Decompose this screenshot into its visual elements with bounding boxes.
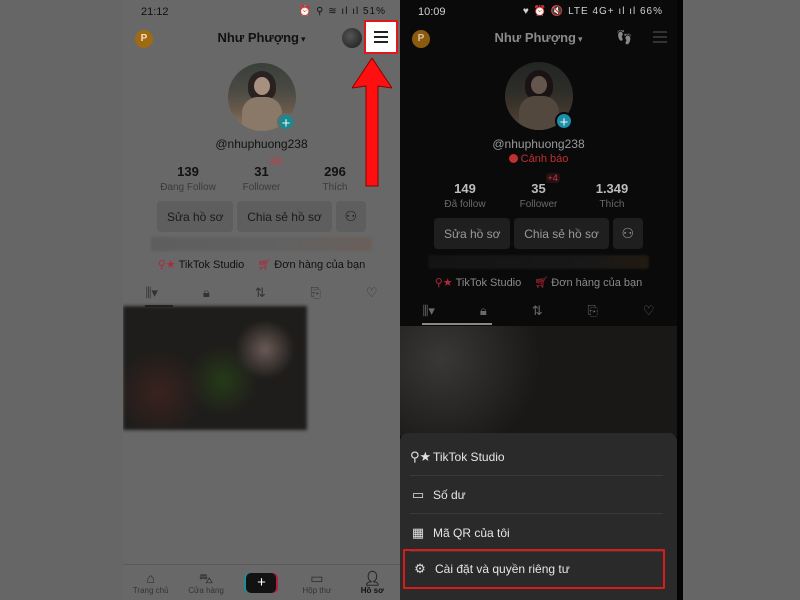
tab-favorites-icon[interactable]: ⎘ <box>311 285 321 301</box>
profile-title[interactable]: Như Phượng ▾ <box>400 30 677 45</box>
nav-inbox[interactable]: ▭ Hộp thư <box>292 570 342 595</box>
tab-reposts-icon[interactable]: ⇅ <box>255 285 266 301</box>
nav-shop[interactable]: ⛍ Cửa hàng <box>181 570 231 595</box>
nav-home[interactable]: ⌂ Trang chủ <box>126 570 176 595</box>
tab-reposts-icon[interactable]: ⇅ <box>532 303 543 319</box>
bottom-navigation: ⌂ Trang chủ ⛍ Cửa hàng + ▭ Hộp thư 👤︎ Hồ sơ <box>123 564 400 600</box>
battery-level: 51% <box>362 6 386 17</box>
wallet-icon: ▭ <box>411 486 425 502</box>
add-friend-icon[interactable]: ⚇ <box>335 201 366 232</box>
gear-icon: ⚙ <box>414 561 426 576</box>
profile-actions: Sửa hồ sơ Chia sẻ hồ sơ ⚇ <box>157 201 366 232</box>
content-tabs: ⫼▾ 🔒︎ ⇅ ⎘ ♡ <box>123 280 400 306</box>
chevron-down-icon: ▾ <box>300 34 306 44</box>
orders-link[interactable]: 🛒︎ Đơn hàng của bạn <box>257 259 365 271</box>
add-friend-icon[interactable]: ⚇ <box>612 218 643 249</box>
status-bar: 10:09 ♥ ⏰ 🔇 LTE 4G+ ıl ıl 66% <box>400 0 677 24</box>
username: @nhuphuong238 <box>492 137 585 151</box>
profile-stats: 149 Đã follow 35 Follower +4 1.349 Thích <box>430 173 647 210</box>
profile-actions: Sửa hồ sơ Chia sẻ hồ sơ ⚇ <box>434 218 643 249</box>
battery-level: 66% <box>639 6 663 17</box>
status-bar: 21:12 ⏰ ⚲ ≋ ıl ıl 51% <box>123 0 400 24</box>
create-plus-icon: + <box>246 572 277 593</box>
edit-profile-button[interactable]: Sửa hồ sơ <box>157 201 234 232</box>
video-thumbnail[interactable] <box>123 306 307 430</box>
menu-item-qr-code[interactable]: ▦ Mã QR của tôi <box>410 514 663 552</box>
nav-profile[interactable]: 👤︎ Hồ sơ <box>347 570 397 595</box>
profile-header: P Như Phượng ▾ 👣︎ <box>400 26 677 52</box>
orders-link[interactable]: 🛒︎ Đơn hàng của bạn <box>534 277 642 289</box>
new-followers-badge: +4 <box>545 173 560 183</box>
blurred-bio <box>428 255 649 269</box>
menu-item-settings-privacy[interactable]: ⚙ Cài đặt và quyền riêng tư <box>403 549 665 589</box>
blurred-bio <box>151 237 372 251</box>
tiktok-studio-link[interactable]: ⚲★ TikTok Studio <box>435 277 522 289</box>
tab-videos-grid-icon[interactable]: ⫼▾ <box>145 285 158 301</box>
profile-person-icon: 👤︎ <box>363 570 382 586</box>
stat-followers[interactable]: 35 Follower +4 <box>504 173 574 210</box>
nav-create[interactable]: + <box>236 572 286 593</box>
chevron-down-icon: ▾ <box>577 34 583 44</box>
qr-code-icon: ▦ <box>411 524 425 540</box>
menu-line <box>374 41 388 43</box>
profile-links: ⚲★ TikTok Studio 🛒︎ Đơn hàng của bạn <box>123 258 400 271</box>
right-phone-screen: 10:09 ♥ ⏰ 🔇 LTE 4G+ ıl ıl 66% P Như Phượ… <box>400 0 677 600</box>
user-star-icon: ⚲★ <box>434 277 453 289</box>
shopping-bag-icon: ⛍ <box>198 570 214 586</box>
menu-line <box>374 36 388 38</box>
stat-following[interactable]: 139 Đang Follow <box>153 164 223 193</box>
add-story-icon[interactable]: + <box>555 112 573 131</box>
status-time: 10:09 <box>418 6 446 18</box>
profile-header: P Như Phượng ▾ <box>123 20 400 54</box>
footprints-icon[interactable]: 👣︎ <box>615 29 633 46</box>
menu-item-balance[interactable]: ▭ Số dư <box>410 476 663 514</box>
profile-menu-sheet: ⚲★ TikTok Studio ▭ Số dư ▦ Mã QR của tôi ⚙ C… <box>400 433 677 600</box>
stat-followers[interactable]: 31 Follower +4 <box>227 156 297 193</box>
tab-private-lock-icon[interactable]: 🔒︎ <box>480 303 487 319</box>
home-icon: ⌂ <box>146 570 155 586</box>
stat-likes[interactable]: 1.349 Thích <box>577 181 647 210</box>
profile-stats: 139 Đang Follow 31 Follower +4 296 Thích <box>153 156 370 193</box>
hamburger-menu-button[interactable] <box>364 20 398 54</box>
edit-profile-button[interactable]: Sửa hồ sơ <box>434 218 511 249</box>
screen-edge <box>677 0 683 600</box>
user-star-icon: ⚲★ <box>157 259 176 271</box>
cart-icon: 🛒︎ <box>257 259 272 271</box>
add-story-icon[interactable]: + <box>277 113 295 132</box>
status-icons: ⏰ ⚲ ≋ ıl ıl 51% <box>298 6 386 17</box>
red-arrow-annotation <box>352 58 392 187</box>
stat-following[interactable]: 149 Đã follow <box>430 181 500 210</box>
tiktok-studio-link[interactable]: ⚲★ TikTok Studio <box>158 259 245 271</box>
cart-icon: 🛒︎ <box>534 277 549 289</box>
tab-liked-heart-icon[interactable]: ♡ <box>643 303 655 319</box>
menu-item-tiktok-studio[interactable]: ⚲★ TikTok Studio <box>410 438 663 476</box>
status-time: 21:12 <box>141 6 169 18</box>
share-profile-button[interactable]: Chia sẻ hồ sơ <box>237 201 332 232</box>
inbox-icon: ▭ <box>310 570 324 586</box>
tab-favorites-icon[interactable]: ⎘ <box>588 303 598 319</box>
tab-private-lock-icon[interactable]: 🔒︎ <box>203 285 210 301</box>
user-star-icon: ⚲★ <box>410 448 432 464</box>
profile-links: ⚲★ TikTok Studio 🛒︎ Đơn hàng của bạn <box>400 276 677 289</box>
new-followers-badge: +4 <box>268 156 283 166</box>
tab-liked-heart-icon[interactable]: ♡ <box>366 285 378 301</box>
tab-videos-grid-icon[interactable]: ⫼▾ <box>422 303 435 319</box>
menu-line <box>374 31 388 33</box>
warning-icon <box>508 154 518 163</box>
status-icons: ♥ ⏰ 🔇 LTE 4G+ ıl ıl 66% <box>522 6 663 17</box>
share-profile-button[interactable]: Chia sẻ hồ sơ <box>514 218 609 249</box>
hamburger-menu-button[interactable] <box>653 31 667 43</box>
warning-label[interactable]: Cảnh báo <box>400 153 677 165</box>
active-tab-indicator <box>422 323 492 325</box>
content-tabs: ⫼▾ 🔒︎ ⇅ ⎘ ♡ <box>400 298 677 324</box>
account-avatar[interactable] <box>342 28 362 48</box>
video-thumbnail[interactable] <box>400 326 677 436</box>
